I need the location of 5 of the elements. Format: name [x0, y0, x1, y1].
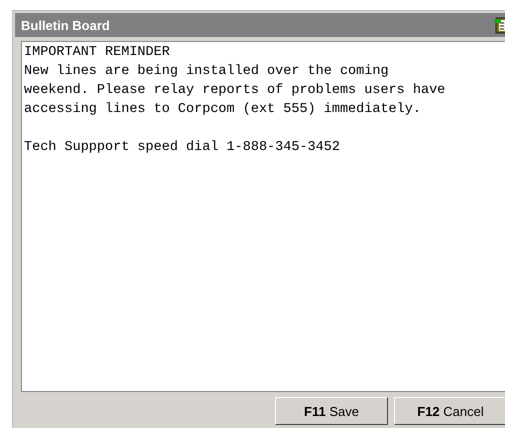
function-key-button[interactable]: F12 Cancel [394, 397, 505, 425]
window-title: Bulletin Board [21, 18, 110, 32]
board-icon [493, 16, 505, 34]
function-key-button[interactable]: F11 Save [275, 397, 388, 425]
message-field[interactable]: IMPORTANT REMINDER New lines are being installed over the coming weekend. Please relay reports of problems users have accessing lines to Corpcom (ext 555) immediately. Tech Suppport speed dial 1-888-345-3452 [21, 41, 505, 392]
